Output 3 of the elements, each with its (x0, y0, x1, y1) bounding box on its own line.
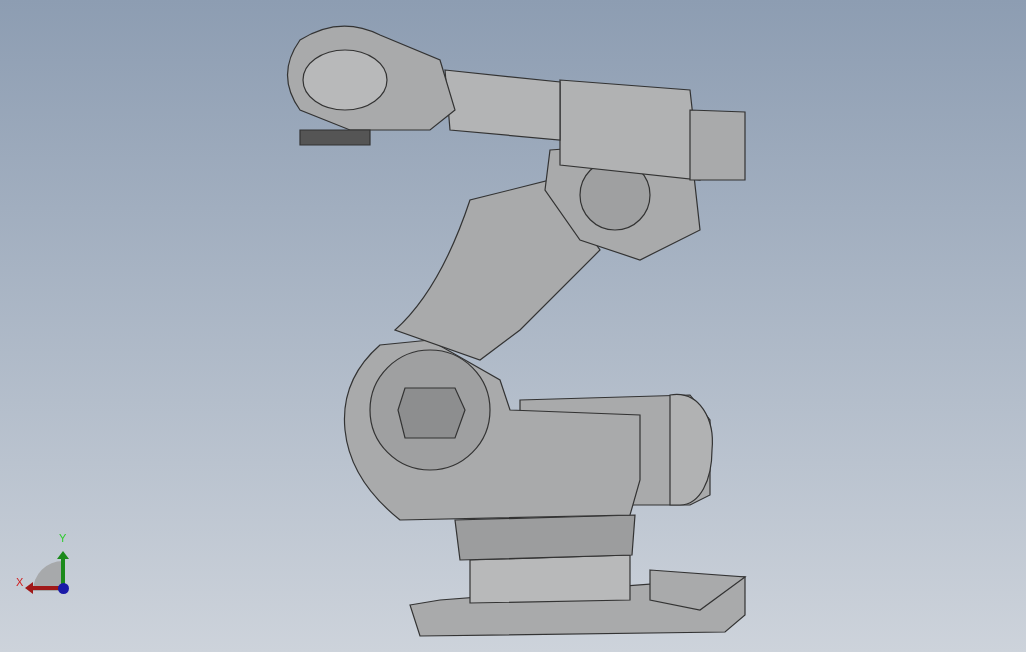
y-axis-label: Y (59, 533, 67, 544)
z-axis-dot-icon (58, 583, 69, 594)
x-axis-label: X (16, 577, 24, 588)
